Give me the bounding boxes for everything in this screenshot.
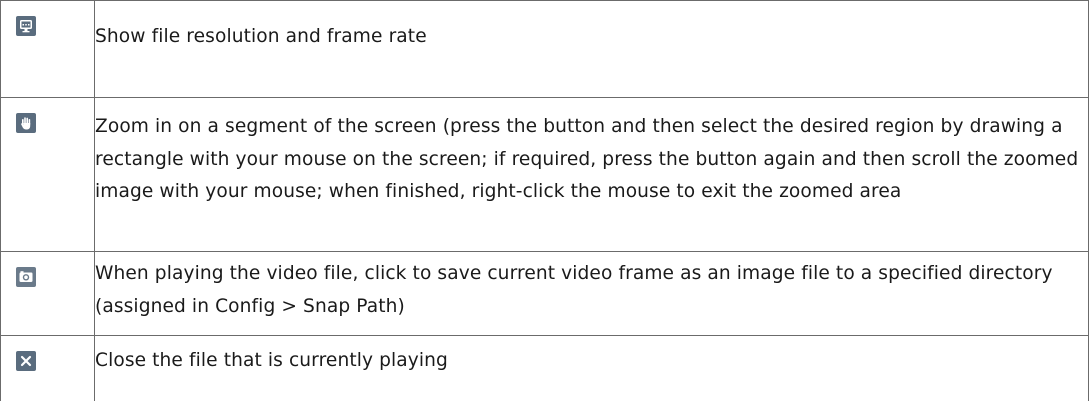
monitor-info-icon [16, 16, 36, 36]
table-row: When playing the video file, click to sa… [1, 252, 1089, 336]
description-text: Show file resolution and frame rate [95, 1, 1089, 98]
description-text: When playing the video file, click to sa… [95, 252, 1089, 336]
hand-zoom-icon [16, 113, 36, 133]
table-row: Close the file that is currently playing [1, 336, 1089, 401]
icon-cell [1, 336, 95, 401]
table-row: Show file resolution and frame rate [1, 1, 1089, 98]
description-text: Close the file that is currently playing [95, 336, 1089, 401]
close-file-icon [16, 351, 36, 371]
icon-description-table: Show file resolution and frame rate Zoom… [0, 0, 1089, 401]
icon-cell [1, 98, 95, 252]
table-row: Zoom in on a segment of the screen (pres… [1, 98, 1089, 252]
camera-snapshot-icon [16, 267, 36, 287]
icon-cell [1, 1, 95, 98]
description-text: Zoom in on a segment of the screen (pres… [95, 98, 1089, 252]
icon-cell [1, 252, 95, 336]
